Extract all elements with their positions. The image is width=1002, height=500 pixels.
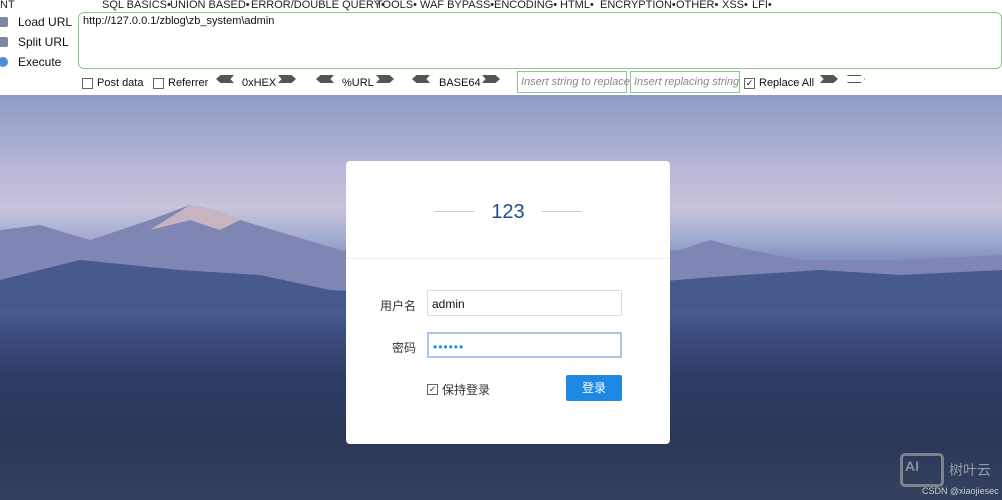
decode-hex-arrow-icon[interactable] bbox=[216, 75, 234, 83]
hackbar-toolbar: NT SQL BASICS• UNION BASED• ERROR/DOUBLE… bbox=[0, 0, 1002, 95]
post-data-label: Post data bbox=[97, 77, 144, 89]
watermark-logo-icon: AI bbox=[900, 453, 944, 487]
menu-item[interactable]: XSS• bbox=[722, 0, 748, 11]
replace-all-checkbox[interactable]: ✓ Replace All bbox=[744, 75, 814, 91]
title-divider bbox=[542, 211, 582, 212]
password-label: 密码 bbox=[391, 341, 416, 355]
url-enc-label: %URL bbox=[342, 77, 374, 89]
execute-icon bbox=[0, 57, 8, 67]
divider bbox=[346, 258, 670, 259]
menu-item[interactable]: NT bbox=[0, 0, 15, 11]
decode-base64-arrow-icon[interactable] bbox=[412, 75, 430, 83]
menu-item[interactable]: SQL BASICS• bbox=[102, 0, 171, 11]
url-input[interactable]: http://127.0.0.1/zblog\zb_system\admin bbox=[78, 12, 1002, 69]
watermark: AI 树叶云 bbox=[900, 453, 991, 487]
load-url-button[interactable]: Load URL bbox=[0, 12, 75, 32]
post-data-checkbox[interactable]: Post data bbox=[82, 75, 143, 91]
menu-item[interactable]: UNION BASED• bbox=[170, 0, 250, 11]
hex-label: 0xHEX bbox=[242, 77, 277, 89]
encode-url-arrow-icon[interactable] bbox=[376, 75, 394, 83]
replace-arrow-icon[interactable] bbox=[820, 75, 838, 83]
execute-button[interactable]: Execute bbox=[0, 52, 75, 72]
encode-hex-arrow-icon[interactable] bbox=[278, 75, 296, 83]
menu-item[interactable]: HTML• bbox=[560, 0, 594, 11]
menu-item[interactable]: ENCRYPTION• bbox=[600, 0, 676, 11]
menu-item[interactable]: TOOLS• bbox=[376, 0, 417, 11]
split-url-label: Split URL bbox=[18, 35, 69, 49]
replace-all-label: Replace All bbox=[759, 77, 815, 89]
menu-item[interactable]: ENCODING• bbox=[494, 0, 557, 11]
remember-label: 保持登录 bbox=[442, 383, 491, 397]
split-icon bbox=[0, 37, 8, 47]
username-label: 用户名 bbox=[379, 299, 416, 313]
menu-item[interactable]: OTHER• bbox=[676, 0, 718, 11]
load-icon bbox=[0, 17, 8, 27]
replacing-string-input[interactable]: Insert replacing string bbox=[630, 71, 740, 93]
login-card: 123 用户名 admin 密码 •••••• ✓ 保持登录 登录 bbox=[346, 161, 670, 444]
menu-item[interactable]: WAF BYPASS• bbox=[420, 0, 494, 11]
replace-next-arrow-icon[interactable] bbox=[847, 75, 865, 83]
remember-checkbox[interactable]: ✓ 保持登录 bbox=[427, 381, 490, 398]
replace-string-input[interactable]: Insert string to replace bbox=[517, 71, 630, 93]
referrer-label: Referrer bbox=[168, 77, 209, 89]
login-button[interactable]: 登录 bbox=[566, 375, 622, 401]
encode-base64-arrow-icon[interactable] bbox=[482, 75, 500, 83]
menu-item[interactable]: ERROR/DOUBLE QUERY• bbox=[251, 0, 385, 11]
execute-label: Execute bbox=[18, 55, 62, 69]
watermark-credit: CSDN @xiaojiesec bbox=[922, 486, 999, 496]
base64-label: BASE64 bbox=[439, 77, 481, 89]
menu-item[interactable]: LFI• bbox=[752, 0, 772, 11]
watermark-brand: 树叶云 bbox=[949, 462, 991, 478]
split-url-button[interactable]: Split URL bbox=[0, 32, 75, 52]
site-title: 123 bbox=[491, 201, 525, 223]
username-input[interactable]: admin bbox=[427, 290, 622, 316]
load-url-label: Load URL bbox=[18, 15, 73, 29]
password-input[interactable]: •••••• bbox=[427, 332, 622, 358]
referrer-checkbox[interactable]: Referrer bbox=[153, 75, 208, 91]
decode-url-arrow-icon[interactable] bbox=[316, 75, 334, 83]
